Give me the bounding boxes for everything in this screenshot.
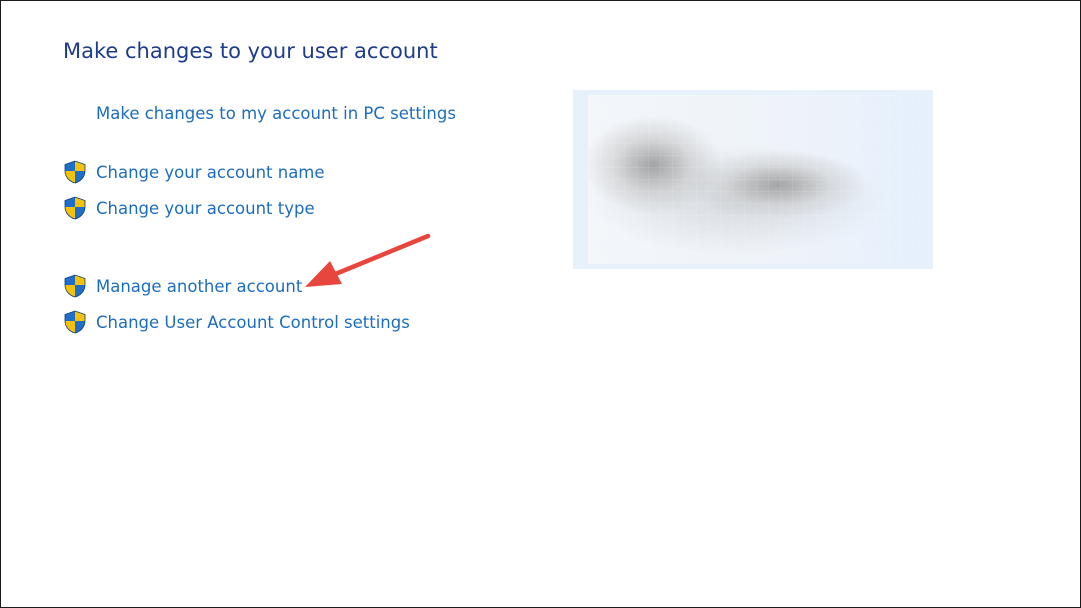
- manage-another-account-label: Manage another account: [96, 276, 303, 296]
- uac-shield-icon: [64, 196, 86, 220]
- uac-shield-icon: [64, 160, 86, 184]
- pc-settings-link[interactable]: Make changes to my account in PC setting…: [96, 104, 456, 123]
- change-account-type-label: Change your account type: [96, 198, 315, 218]
- change-account-type-link[interactable]: Change your account type: [63, 196, 315, 220]
- change-account-name-link[interactable]: Change your account name: [63, 160, 325, 184]
- change-uac-settings-link[interactable]: Change User Account Control settings: [63, 310, 410, 334]
- account-tile: [573, 90, 933, 269]
- change-account-name-label: Change your account name: [96, 162, 325, 182]
- control-panel-window: Make changes to your user account Make c…: [0, 0, 1081, 608]
- annotation-arrow-icon: [305, 233, 431, 287]
- account-picture-blurred: [588, 95, 927, 264]
- uac-shield-icon: [64, 310, 86, 334]
- change-uac-settings-label: Change User Account Control settings: [96, 312, 410, 332]
- uac-shield-icon: [64, 274, 86, 298]
- page-title: Make changes to your user account: [63, 39, 438, 63]
- manage-another-account-link[interactable]: Manage another account: [63, 274, 302, 298]
